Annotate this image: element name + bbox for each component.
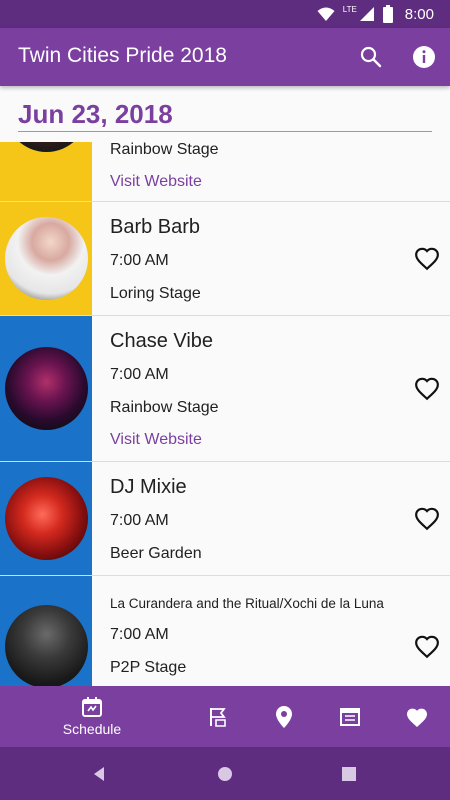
artist-name: La Curandera and the Ritual/Xochi de la … — [110, 596, 384, 611]
artist-name: Barb Barb — [110, 216, 201, 238]
search-button[interactable] — [356, 42, 386, 72]
favorite-heart-icon[interactable] — [414, 246, 440, 272]
list-item[interactable]: Barb Barb 7:00 AM Loring Stage — [0, 202, 450, 316]
nav-schedule[interactable]: Schedule — [52, 686, 132, 747]
network-type: LTE — [342, 4, 357, 14]
avatar — [5, 477, 88, 560]
avatar — [5, 347, 88, 430]
nav-schedule-label: Schedule — [62, 721, 122, 737]
back-icon[interactable] — [90, 765, 108, 783]
info-button[interactable] — [409, 42, 439, 72]
nav-favorites[interactable] — [398, 686, 436, 747]
date-title: Jun 23, 2018 — [18, 99, 173, 129]
search-icon — [360, 46, 382, 68]
status-time: 8:00 — [404, 5, 434, 23]
visit-website-link[interactable]: Visit Website — [110, 173, 202, 191]
favorites-icon — [407, 708, 427, 727]
avatar — [5, 605, 88, 686]
stage-icon — [210, 707, 226, 727]
date-header: Jun 23, 2018 — [0, 86, 450, 142]
favorite-heart-icon[interactable] — [414, 506, 440, 532]
item-time: 7:00 AM — [110, 366, 169, 383]
divider — [18, 131, 432, 132]
list-item[interactable]: DJ Mixie 7:00 AM Beer Garden — [0, 462, 450, 576]
signal-icon — [359, 7, 374, 21]
nav-map[interactable] — [266, 686, 302, 747]
favorite-heart-icon[interactable] — [414, 376, 440, 402]
nav-stages[interactable] — [200, 686, 236, 747]
vendors-icon — [340, 707, 360, 726]
item-stage: Rainbow Stage — [110, 141, 219, 158]
avatar — [5, 217, 88, 300]
nav-vendors[interactable] — [332, 686, 368, 747]
item-time: 7:00 AM — [110, 512, 169, 529]
item-stage: Beer Garden — [110, 545, 202, 562]
system-navigation-bar — [0, 747, 450, 800]
item-thumbnail-background — [0, 316, 92, 461]
calendar-icon — [82, 697, 102, 717]
item-time: 7:00 AM — [110, 252, 169, 269]
app-bar: Twin Cities Pride 2018 — [0, 28, 450, 86]
visit-website-link[interactable]: Visit Website — [110, 431, 202, 449]
item-thumbnail-background — [0, 576, 92, 686]
status-bar: LTE 8:00 — [0, 0, 450, 28]
item-stage: P2P Stage — [110, 659, 187, 676]
map-pin-icon — [276, 705, 292, 728]
schedule-list[interactable]: Rainbow Stage Visit Website Jun 23, 2018… — [0, 86, 450, 686]
wifi-icon — [317, 7, 335, 21]
item-thumbnail-background — [0, 202, 92, 315]
favorite-heart-icon[interactable] — [414, 634, 440, 660]
app-title: Twin Cities Pride 2018 — [18, 44, 227, 67]
bottom-navigation: Schedule — [0, 686, 450, 747]
item-stage: Rainbow Stage — [110, 399, 219, 416]
info-icon — [413, 46, 435, 68]
home-icon[interactable] — [216, 765, 234, 783]
recents-icon[interactable] — [340, 765, 358, 783]
item-thumbnail-background — [0, 462, 92, 575]
battery-icon — [382, 5, 393, 23]
item-stage: Loring Stage — [110, 285, 201, 302]
item-time: 7:00 AM — [110, 626, 169, 643]
artist-name: Chase Vibe — [110, 330, 214, 352]
list-item[interactable]: Chase Vibe 7:00 AM Rainbow Stage Visit W… — [0, 316, 450, 462]
artist-name: DJ Mixie — [110, 476, 187, 498]
list-item[interactable]: La Curandera and the Ritual/Xochi de la … — [0, 576, 450, 686]
